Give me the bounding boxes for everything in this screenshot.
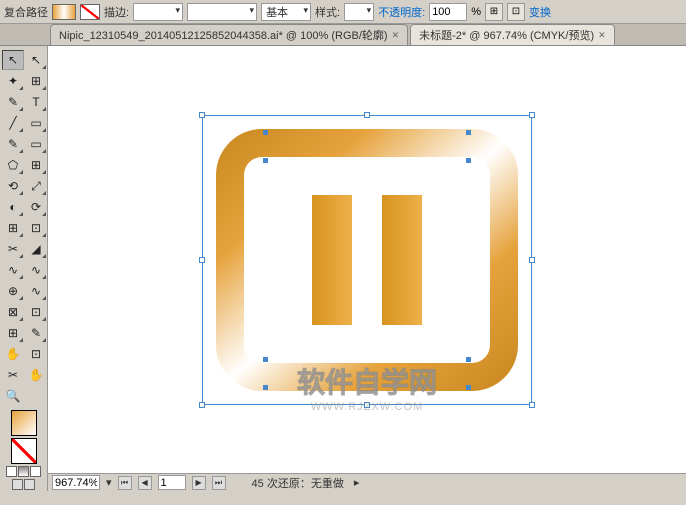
slice-tool[interactable]: ⊡: [25, 302, 47, 322]
document-tab-bar: Nipic_12310549_20140512125852044358.ai* …: [0, 24, 686, 46]
style-dropdown[interactable]: [344, 3, 374, 21]
free-transform-tool[interactable]: ⟳: [25, 197, 47, 217]
zoom-tool[interactable]: 🔍: [2, 386, 24, 406]
hand-tool-2[interactable]: ✋: [2, 344, 24, 364]
shape-builder-tool[interactable]: ⊞: [2, 218, 24, 238]
artboard-input[interactable]: [158, 475, 186, 490]
property-toolbar: 复合路径 描边: 基本 样式: 不透明度: % ⊞ ⊡ 变换: [0, 0, 686, 24]
tool-grid: ↖ ↖ ✦ ⊞ ✎ T ╱ ▭ ✎ ▭ ⬠ ⊞ ⟲ ⤢ ◐ ⟳ ⊞ ⊡ ✂ ◢ …: [2, 50, 45, 406]
artwork-shape[interactable]: [202, 115, 532, 405]
graph-tool[interactable]: ∿: [25, 281, 47, 301]
brush-dropdown[interactable]: [187, 3, 257, 21]
crop-icon[interactable]: ⊡: [507, 3, 525, 21]
eraser-tool[interactable]: ⊞: [25, 155, 47, 175]
close-icon[interactable]: ✕: [598, 30, 606, 41]
prev-artboard-icon[interactable]: ◀: [138, 476, 152, 490]
tool-panel: ↖ ↖ ✦ ⊞ ✎ T ╱ ▭ ✎ ▭ ⬠ ⊞ ⟲ ⤢ ◐ ⟳ ⊞ ⊡ ✂ ◢ …: [0, 46, 48, 491]
rotate-tool[interactable]: ⟲: [2, 176, 24, 196]
hand-tool[interactable]: ⊞: [2, 323, 24, 343]
change-screen-icon[interactable]: [24, 479, 35, 490]
print-tiling-tool[interactable]: ✎: [25, 323, 47, 343]
eyedropper-tool[interactable]: ∿: [2, 260, 24, 280]
color-section: [2, 410, 45, 490]
tab-label: 未标题-2* @ 967.74% (CMYK/预览): [419, 27, 594, 43]
direct-selection-tool[interactable]: ↖: [25, 50, 47, 70]
opacity-label[interactable]: 不透明度:: [378, 4, 425, 20]
tab-label: Nipic_12310549_20140512125852044358.ai* …: [59, 27, 388, 43]
align-icon[interactable]: ⊞: [485, 3, 503, 21]
color-mode-icon[interactable]: [6, 466, 17, 477]
fill-swatch[interactable]: [52, 4, 76, 20]
type-tool[interactable]: T: [25, 92, 47, 112]
paintbrush-tool[interactable]: ✎: [2, 134, 24, 154]
main-area: ↖ ↖ ✦ ⊞ ✎ T ╱ ▭ ✎ ▭ ⬠ ⊞ ⟲ ⤢ ◐ ⟳ ⊞ ⊡ ✂ ◢ …: [0, 46, 686, 491]
hand-tool-3[interactable]: ✋: [25, 365, 47, 385]
status-bar: ▾ ⏮ ◀ ▶ ⏭ 45 次还原：无重做 ▸: [48, 473, 686, 491]
pen-tool[interactable]: ✎: [2, 92, 24, 112]
gradient-mode-icon[interactable]: [18, 466, 29, 477]
scissors-tool[interactable]: ✂: [2, 365, 24, 385]
blend-tool[interactable]: ∿: [25, 260, 47, 280]
document-tab-1[interactable]: Nipic_12310549_20140512125852044358.ai* …: [50, 24, 408, 45]
gradient-tool[interactable]: ◢: [25, 239, 47, 259]
dropdown-arrow-icon[interactable]: ▾: [106, 476, 112, 489]
line-tool[interactable]: ╱: [2, 113, 24, 133]
transform-label[interactable]: 变换: [529, 4, 551, 20]
rectangle-tool[interactable]: ▭: [25, 113, 47, 133]
percent-label: %: [471, 6, 481, 18]
last-artboard-icon[interactable]: ⏭: [212, 476, 226, 490]
first-artboard-icon[interactable]: ⏮: [118, 476, 132, 490]
zoom-input[interactable]: [52, 475, 100, 490]
canvas[interactable]: 软件自学网 WWW.RJZXW.COM: [48, 46, 686, 473]
perspective-tool[interactable]: ⊡: [25, 218, 47, 238]
next-artboard-icon[interactable]: ▶: [192, 476, 206, 490]
screen-mode-icon[interactable]: [12, 479, 23, 490]
scale-tool[interactable]: ⤢: [25, 176, 47, 196]
stroke-color-swatch[interactable]: [11, 438, 37, 464]
stroke-label: 描边:: [104, 4, 129, 20]
opacity-input[interactable]: [429, 3, 467, 21]
none-mode-icon[interactable]: [30, 466, 41, 477]
undo-status-text: 45 次还原：无重做: [252, 475, 344, 491]
pencil-tool[interactable]: ▭: [25, 134, 47, 154]
symbol-tool[interactable]: ⊕: [2, 281, 24, 301]
mesh-tool[interactable]: ✂: [2, 239, 24, 259]
blob-brush-tool[interactable]: ⬠: [2, 155, 24, 175]
measure-tool[interactable]: ⊡: [25, 344, 47, 364]
fill-color-swatch[interactable]: [11, 410, 37, 436]
artboard-tool[interactable]: ⊠: [2, 302, 24, 322]
selection-tool[interactable]: ↖: [2, 50, 24, 70]
path-type-label: 复合路径: [4, 4, 48, 20]
dropdown-arrow-icon[interactable]: ▸: [354, 476, 360, 489]
stroke-weight-dropdown[interactable]: [133, 3, 183, 21]
close-icon[interactable]: ✕: [392, 30, 400, 41]
basic-dropdown[interactable]: 基本: [261, 3, 311, 21]
stroke-swatch[interactable]: [80, 4, 100, 20]
empty-tool: [25, 386, 47, 406]
canvas-area: 软件自学网 WWW.RJZXW.COM ▾ ⏮ ◀ ▶ ⏭ 45 次还原：无重做…: [48, 46, 686, 491]
style-label: 样式:: [315, 4, 340, 20]
document-tab-2[interactable]: 未标题-2* @ 967.74% (CMYK/预览) ✕: [410, 24, 615, 45]
lasso-tool[interactable]: ⊞: [25, 71, 47, 91]
magic-wand-tool[interactable]: ✦: [2, 71, 24, 91]
width-tool[interactable]: ◐: [2, 197, 24, 217]
